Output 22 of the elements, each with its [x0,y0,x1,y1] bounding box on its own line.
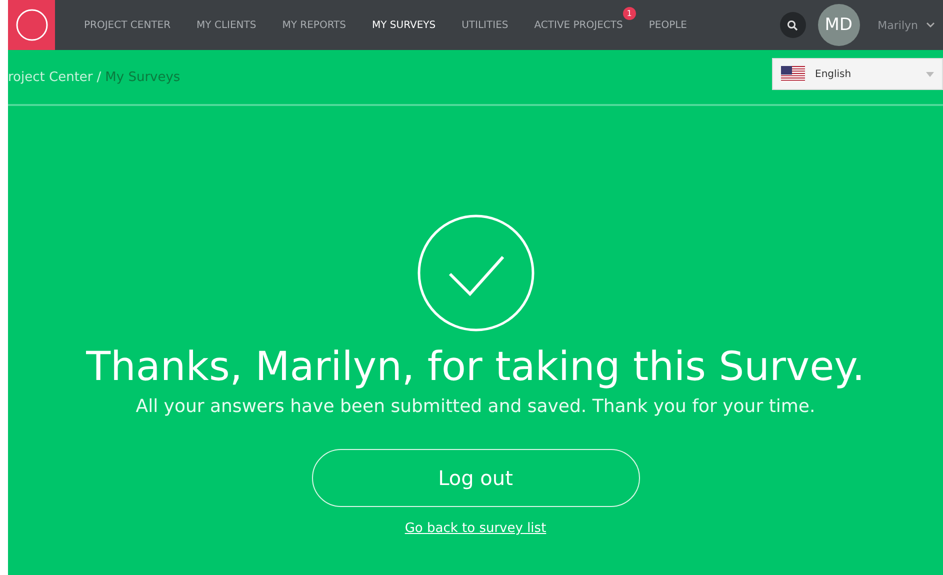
breadcrumb-separator: / [96,70,102,85]
search-button[interactable] [780,12,806,38]
nav-item[interactable]: MY SURVEYS [359,20,449,30]
confirmation-message: All your answers have been submitted and saved. Thank you for your time. [136,396,816,417]
nav-item[interactable]: UTILITIES [448,20,522,30]
thanks-heading: Thanks, Marilyn, for taking this Survey. [86,344,865,390]
nav-item[interactable]: PROJECT CENTER [71,20,184,30]
chevron-down-icon [926,22,935,28]
breadcrumb-link[interactable]: My Surveys [105,70,180,85]
nav-item[interactable]: PEOPLE [636,20,700,30]
checkmark-icon [416,214,534,332]
dropdown-arrow-icon [926,72,934,76]
search-icon [787,20,798,30]
flag-icon [781,66,805,82]
user-avatar[interactable]: MD [818,4,860,46]
logo-icon[interactable] [8,0,55,50]
nav-item[interactable]: MY REPORTS [269,20,359,30]
nav-item[interactable]: ACTIVE PROJECTS [521,20,636,30]
language-select[interactable]: English [772,58,943,90]
notification-badge: 1 [622,6,636,20]
user-menu[interactable]: Marilyn [878,18,935,32]
nav-item[interactable]: MY CLIENTS [184,20,270,30]
